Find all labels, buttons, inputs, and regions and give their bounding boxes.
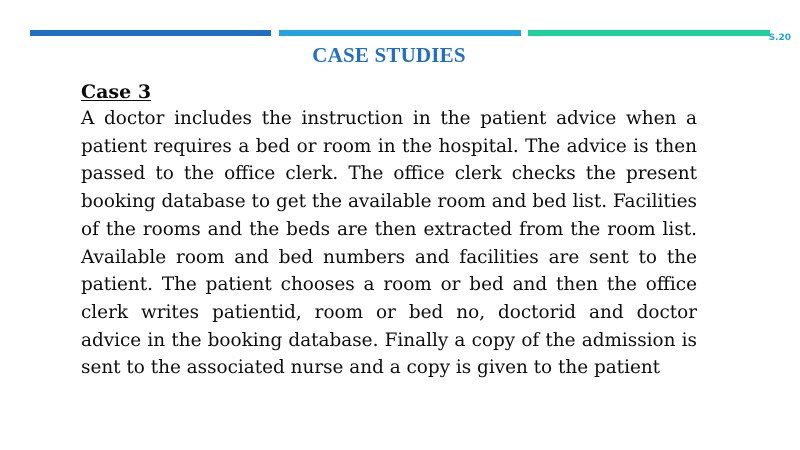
slide-content: Case 3 A doctor includes the instruction… <box>81 79 697 382</box>
header-accent-bar-middle <box>279 30 521 36</box>
header-accent-bar-left <box>30 30 271 36</box>
case-heading: Case 3 <box>81 81 152 103</box>
case-description: A doctor includes the instruction in the… <box>81 108 697 379</box>
slide-title: CASE STUDIES <box>312 43 466 67</box>
slide-number: S.20 <box>768 33 791 43</box>
header-accent-bar-right <box>528 30 770 36</box>
